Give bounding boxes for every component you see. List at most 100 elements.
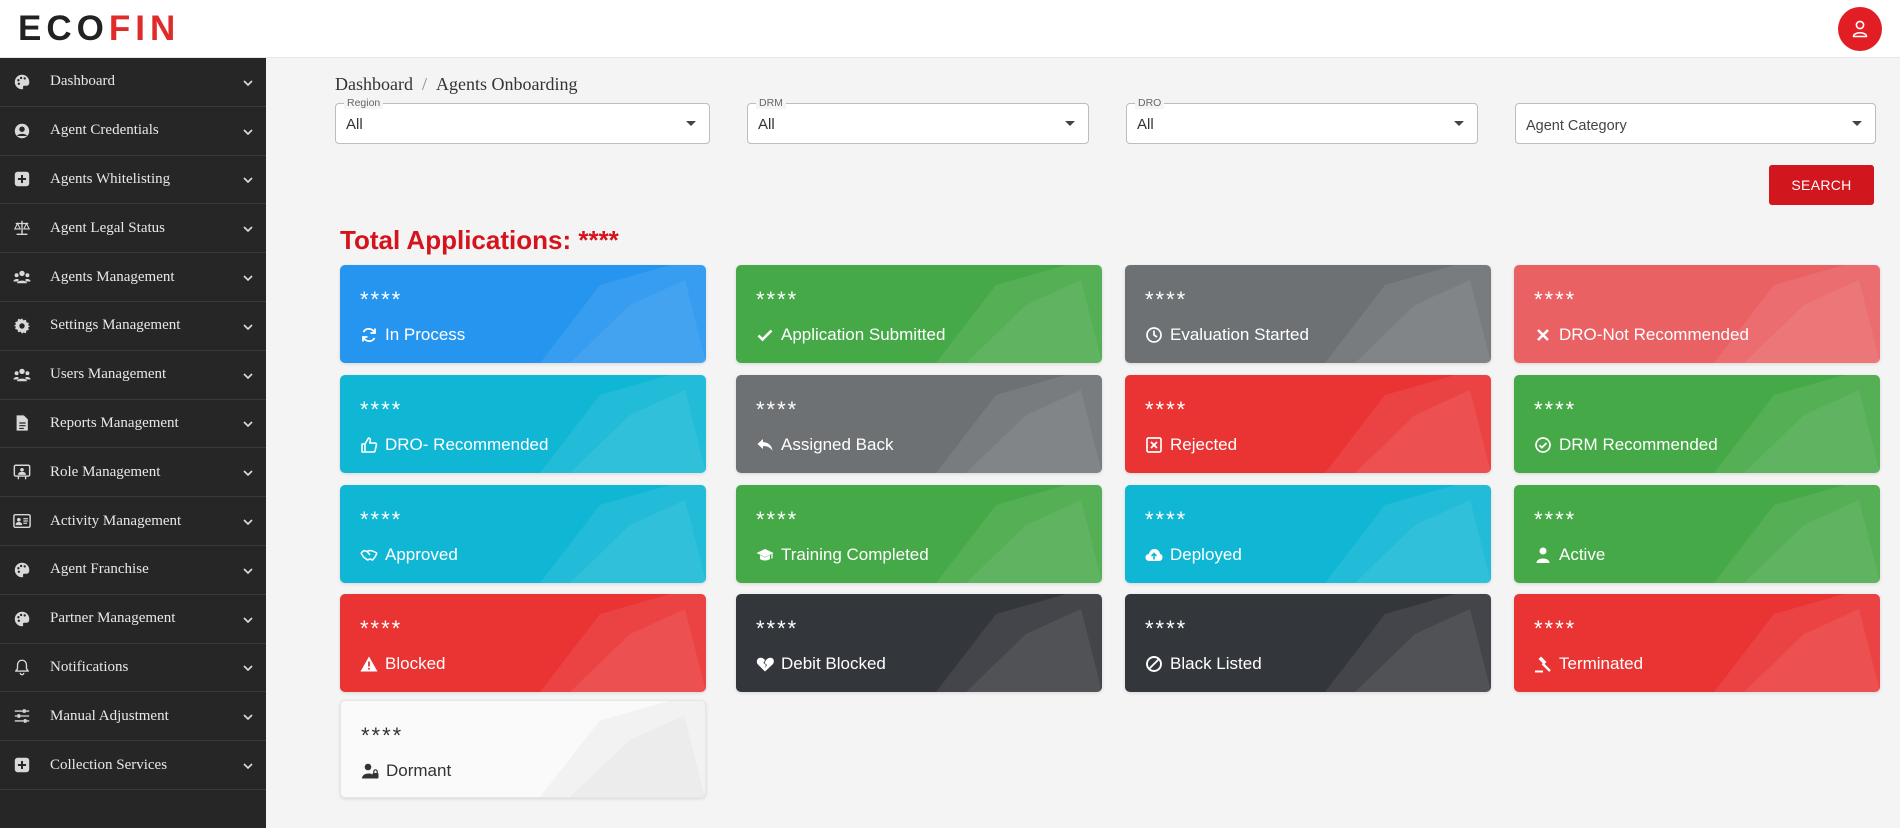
card-decoration	[1325, 375, 1491, 473]
dro-select[interactable]: DRO All	[1126, 97, 1478, 144]
card-label: Application Submitted	[781, 325, 946, 344]
card-count: ****	[1534, 507, 1577, 532]
card-decoration	[540, 594, 706, 692]
sliders-icon	[13, 707, 31, 725]
status-card-application-submitted[interactable]: **** Application Submitted	[736, 265, 1102, 363]
chevron-down-icon	[242, 369, 254, 381]
chevron-down-icon	[242, 613, 254, 625]
sidebar-item-reports-management[interactable]: Reports Management	[0, 400, 266, 449]
card-label: Blocked	[385, 654, 446, 673]
breadcrumb-dashboard-link[interactable]: Dashboard	[335, 74, 413, 95]
caret-down-icon	[1065, 121, 1075, 126]
chevron-down-icon	[242, 222, 254, 234]
agent-category-select[interactable]: Agent Category	[1515, 103, 1876, 144]
status-card-terminated[interactable]: **** Terminated	[1514, 594, 1880, 692]
sidebar-item-notifications[interactable]: Notifications	[0, 644, 266, 693]
caret-down-icon	[1852, 121, 1862, 126]
status-card-dormant[interactable]: **** Dormant	[340, 700, 706, 798]
caret-down-icon	[1454, 121, 1464, 126]
sidebar-item-agent-franchise[interactable]: Agent Franchise	[0, 546, 266, 595]
search-button[interactable]: SEARCH	[1769, 165, 1874, 205]
card-count: ****	[360, 507, 403, 532]
sidebar-item-users-management[interactable]: Users Management	[0, 351, 266, 400]
users-icon	[13, 366, 31, 384]
heart-broken-icon	[756, 655, 774, 673]
card-decoration	[1714, 265, 1880, 363]
sidebar-item-settings-management[interactable]: Settings Management	[0, 302, 266, 351]
card-count: ****	[756, 287, 799, 312]
card-decoration	[936, 594, 1102, 692]
card-decoration	[1325, 265, 1491, 363]
status-card-evaluation-started[interactable]: **** Evaluation Started	[1125, 265, 1491, 363]
card-label: Active	[1559, 545, 1606, 564]
sidebar-item-label: Role Management	[50, 463, 161, 480]
card-decoration	[1325, 485, 1491, 583]
status-card-dro-recommended[interactable]: **** DRO- Recommended	[340, 375, 706, 473]
sidebar-item-label: Agent Franchise	[50, 561, 149, 578]
status-card-drm-recommended[interactable]: **** DRM Recommended	[1514, 375, 1880, 473]
drm-select[interactable]: DRM All	[747, 97, 1089, 144]
card-count: ****	[756, 507, 799, 532]
gear-icon	[13, 317, 31, 335]
region-select[interactable]: Region All	[335, 97, 710, 144]
sidebar-item-label: Dashboard	[50, 73, 115, 90]
status-card-deployed[interactable]: **** Deployed	[1125, 485, 1491, 583]
sidebar-item-dashboard[interactable]: Dashboard	[0, 58, 266, 107]
logo-text-fin: FIN	[108, 9, 181, 48]
card-count: ****	[1145, 507, 1188, 532]
status-card-rejected[interactable]: **** Rejected	[1125, 375, 1491, 473]
check-circle-icon	[1534, 436, 1552, 454]
card-decoration	[540, 485, 706, 583]
file-icon	[13, 414, 31, 432]
status-card-approved[interactable]: **** Approved	[340, 485, 706, 583]
card-label: DRM Recommended	[1559, 435, 1718, 454]
top-bar: ECOFIN	[0, 0, 1900, 58]
status-card-dro-not-recommended[interactable]: **** DRO-Not Recommended	[1514, 265, 1880, 363]
chevron-down-icon	[242, 661, 254, 673]
card-count: ****	[1145, 397, 1188, 422]
card-count: ****	[1145, 616, 1188, 641]
status-card-in-process[interactable]: **** In Process	[340, 265, 706, 363]
sidebar-item-agent-legal-status[interactable]: Agent Legal Status	[0, 204, 266, 254]
sidebar-item-agents-management[interactable]: Agents Management	[0, 253, 266, 302]
status-card-training-completed[interactable]: **** Training Completed	[736, 485, 1102, 583]
sidebar-item-agent-credentials[interactable]: Agent Credentials	[0, 107, 266, 156]
sidebar-item-manual-adjustment[interactable]: Manual Adjustment	[0, 692, 266, 742]
sidebar-item-label: Users Management	[50, 366, 167, 383]
user-profile-button[interactable]	[1838, 7, 1882, 51]
sidebar-item-activity-management[interactable]: Activity Management	[0, 497, 266, 546]
status-card-debit-blocked[interactable]: **** Debit Blocked	[736, 594, 1102, 692]
status-card-assigned-back[interactable]: **** Assigned Back	[736, 375, 1102, 473]
plus-square-icon	[13, 170, 31, 188]
chevron-down-icon	[242, 173, 254, 185]
sidebar-item-role-management[interactable]: Role Management	[0, 448, 266, 498]
sidebar: Dashboard Agent Credentials Agents White…	[0, 58, 266, 828]
card-label: DRO- Recommended	[385, 435, 549, 454]
drm-select-value: All	[758, 116, 775, 133]
card-decoration	[540, 265, 706, 363]
check-icon	[756, 326, 774, 344]
sidebar-item-agents-whitelisting[interactable]: Agents Whitelisting	[0, 156, 266, 205]
status-card-blocked[interactable]: **** Blocked	[340, 594, 706, 692]
card-decoration	[1714, 375, 1880, 473]
users-icon	[13, 268, 31, 286]
dro-select-label: DRO	[1135, 97, 1165, 109]
card-label: Debit Blocked	[781, 654, 886, 673]
caret-down-icon	[686, 121, 696, 126]
card-decoration	[936, 265, 1102, 363]
plus-square-icon	[13, 756, 31, 774]
bell-icon	[13, 658, 31, 676]
ban-icon	[1145, 655, 1163, 673]
status-card-black-listed[interactable]: **** Black Listed	[1125, 594, 1491, 692]
ecofin-logo[interactable]: ECOFIN	[18, 9, 181, 48]
sidebar-item-partner-management[interactable]: Partner Management	[0, 595, 266, 644]
drm-select-label: DRM	[756, 97, 786, 109]
status-card-active[interactable]: **** Active	[1514, 485, 1880, 583]
cloud-upload-icon	[1145, 546, 1163, 564]
sidebar-item-collection-services[interactable]: Collection Services	[0, 741, 266, 790]
sidebar-item-label: Agents Whitelisting	[50, 170, 171, 187]
breadcrumb-separator: /	[421, 74, 427, 94]
sidebar-item-label: Partner Management	[50, 610, 176, 627]
card-decoration	[341, 701, 705, 797]
card-decoration	[540, 375, 706, 473]
